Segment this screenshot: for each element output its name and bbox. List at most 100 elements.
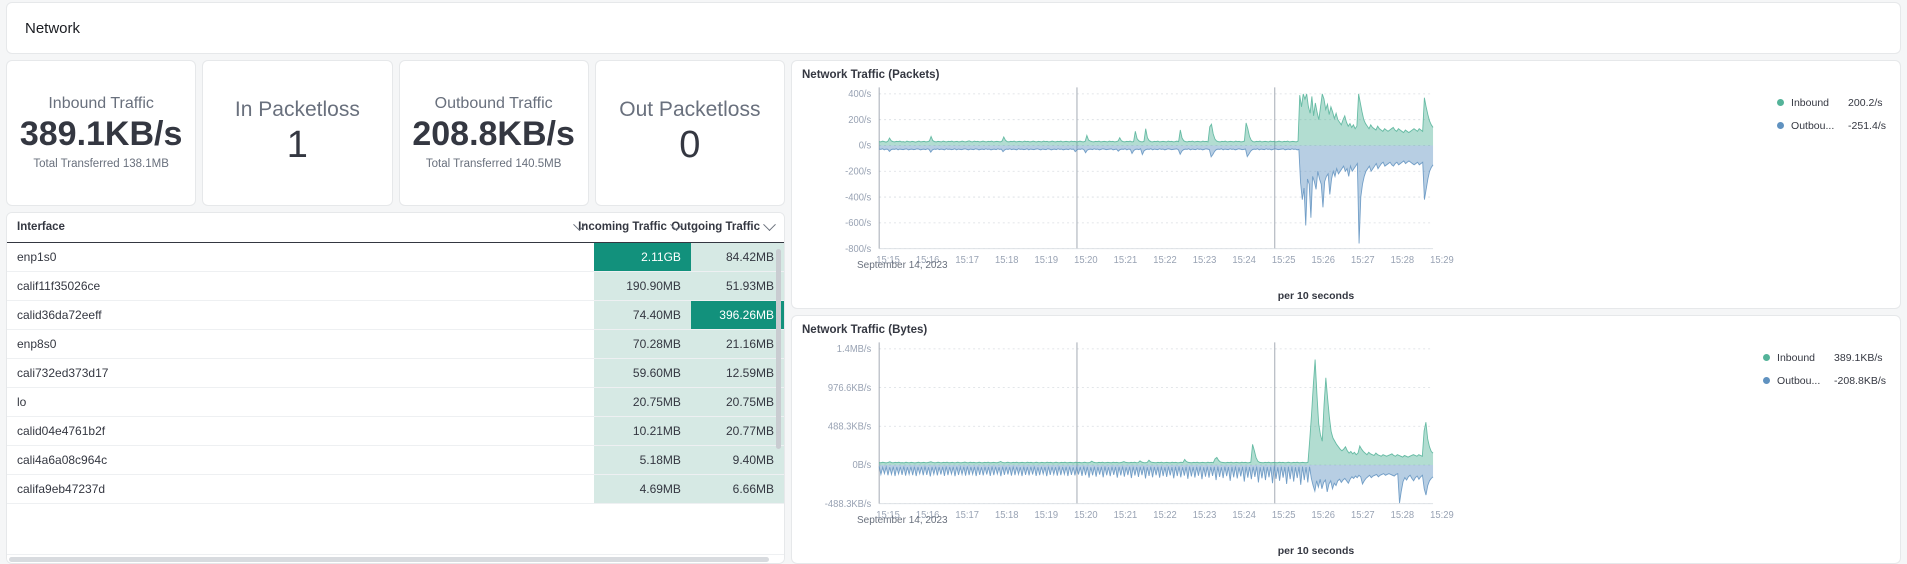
cell-incoming: 5.18MB [593,445,691,475]
stat-card-value: 389.1KB/s [19,115,183,154]
svg-text:15:19: 15:19 [1035,509,1059,521]
svg-text:-488.3KB/s: -488.3KB/s [825,498,871,510]
stat-card-label: Inbound Traffic [48,95,154,113]
stat-card-value: 0 [679,123,701,166]
svg-text:-400/s: -400/s [845,192,871,204]
legend-item[interactable]: Outbou... -208.8KB/s [1763,375,1886,387]
table-row[interactable]: enp8s0 70.28MB 21.16MB [7,329,784,359]
legend-series-value: -208.8KB/s [1834,374,1886,387]
chart-legend-bytes: Inbound 389.1KB/s Outbou... -208.8KB/s [1763,352,1886,387]
column-label-interface: Interface [17,221,65,233]
legend-series-value: -251.4/s [1848,119,1886,132]
cell-interface: cali732ed373d17 [7,358,594,388]
table-row[interactable]: lo 20.75MB 20.75MB [7,387,784,417]
chart-title-bytes: Network Traffic (Bytes) [802,324,928,336]
cell-interface: calid36da72eeff [7,300,594,330]
cell-incoming: 2.11GB [593,242,691,272]
table-row[interactable]: enp1s0 2.11GB 84.42MB [7,242,784,272]
stat-card-subtext: Total Transferred 140.5MB [425,157,562,170]
legend-series-name: Inbound [1791,96,1830,109]
cell-incoming: 59.60MB [593,358,691,388]
dashboard-root: Network Inbound Traffic 389.1KB/s Total Tr… [0,0,1907,564]
chart-canvas-bytes: 1.4MB/s 976.6KB/s 488.3KB/s 0B/s -488.3KB/s 1… [825,342,1454,521]
legend-color-dot-icon [1777,99,1785,107]
chart-body-bytes: 1.4MB/s 976.6KB/s 488.3KB/s 0B/s -488.3KB/s 1… [802,338,1890,545]
cell-outgoing: 12.59MB [690,358,784,388]
svg-text:15:27: 15:27 [1351,509,1374,521]
table-row[interactable]: calid36da72eeff 74.40MB 396.26MB [7,300,784,330]
svg-text:15:17: 15:17 [955,254,978,266]
horizontal-scrollbar[interactable] [7,554,784,563]
cell-outgoing: 51.93MB [690,271,784,301]
table-row[interactable]: califa9eb47237d 4.69MB 6.66MB [7,474,784,504]
column-header-outgoing[interactable]: Outgoing Traffic [671,213,784,243]
cell-outgoing: 20.75MB [690,387,784,417]
legend-item[interactable]: Inbound 389.1KB/s [1763,352,1886,364]
svg-text:15:25: 15:25 [1272,509,1296,521]
chart-legend-packets: Inbound 200.2/s Outbou... -251.4/s [1777,97,1886,132]
table-row[interactable]: cali4a6a08c964c 5.18MB 9.40MB [7,445,784,475]
svg-text:15:19: 15:19 [1035,254,1059,266]
legend-series-name: Outbou... [1777,374,1821,387]
svg-text:15:22: 15:22 [1153,509,1176,521]
column-header-interface[interactable]: Interface [7,213,594,243]
legend-series-name: Outbou... [1791,119,1835,132]
cell-interface: cali4a6a08c964c [7,445,594,475]
svg-text:488.3KB/s: 488.3KB/s [828,421,871,433]
stat-card-subtext: Total Transferred 138.1MB [33,157,169,170]
column-header-incoming[interactable]: Incoming Traffic [578,213,691,243]
horizontal-scrollbar-thumb[interactable] [9,557,769,562]
cell-interface: calid04e4761b2f [7,416,594,446]
cell-interface: enp1s0 [7,242,594,272]
stat-card: In Packetloss 1 [202,60,393,206]
svg-text:200/s: 200/s [848,115,871,127]
table-body: enp1s0 2.11GB 84.42MB calif11f35026ce 190.90… [7,242,784,504]
cell-incoming: 190.90MB [593,271,691,301]
vertical-scrollbar-thumb[interactable] [776,249,781,449]
cell-interface: enp8s0 [7,329,594,359]
column-label-incoming: Incoming Traffic [578,221,667,233]
svg-text:15:23: 15:23 [1193,509,1217,521]
svg-text:-200/s: -200/s [845,166,871,178]
page-header: Network [6,2,1901,54]
stat-card-label: Outbound Traffic [434,95,553,113]
svg-text:15:25: 15:25 [1272,254,1296,266]
chart-date-note-packets: September 14, 2023 [857,260,948,271]
svg-text:-800/s: -800/s [845,243,871,255]
stat-card: Out Packetloss 0 [594,60,785,206]
chart-xlabel-bytes: per 10 seconds [1277,545,1355,557]
chevron-down-icon [763,217,776,231]
right-column: Network Traffic (Packets) 400/s 200/s 0/s -… [791,60,1901,564]
svg-text:15:29: 15:29 [1430,509,1454,521]
chart-panel-packets: Network Traffic (Packets) 400/s 200/s 0/s -… [791,60,1901,309]
chart-date-note-bytes: September 14, 2023 [857,515,948,526]
svg-text:15:21: 15:21 [1114,254,1138,266]
legend-color-dot-icon [1777,122,1785,130]
legend-item[interactable]: Outbou... -251.4/s [1777,120,1886,132]
cell-interface: califa9eb47237d [7,474,594,504]
svg-text:15:23: 15:23 [1193,254,1217,266]
table-header-row: Interface Incoming Traffic Outgoing Traf… [7,213,784,243]
stat-cards-row: Inbound Traffic 389.1KB/s Total Transferre… [6,60,785,206]
svg-text:0/s: 0/s [859,140,872,152]
legend-item[interactable]: Inbound 200.2/s [1777,97,1886,109]
cell-outgoing: 9.40MB [690,445,784,475]
chart-canvas-packets: 400/s 200/s 0/s -200/s -400/s -600/s -800/s 15:… [845,87,1454,266]
chart-xlabel-packets: per 10 seconds [1277,290,1355,302]
table-row[interactable]: calid04e4761b2f 10.21MB 20.77MB [7,416,784,446]
table-row[interactable]: cali732ed373d17 59.60MB 12.59MB [7,358,784,388]
cell-incoming: 20.75MB [593,387,691,417]
legend-color-dot-icon [1763,354,1771,362]
legend-series-value: 200.2/s [1848,96,1883,109]
svg-text:15:21: 15:21 [1114,509,1138,521]
svg-text:15:20: 15:20 [1074,509,1098,521]
stat-card-value: 1 [286,123,308,166]
legend-color-dot-icon [1763,377,1771,385]
cell-outgoing: 6.66MB [690,474,784,504]
vertical-scrollbar[interactable] [776,243,781,549]
dashboard-body: Inbound Traffic 389.1KB/s Total Transferre… [0,54,1907,564]
table-row[interactable]: calif11f35026ce 190.90MB 51.93MB [7,271,784,301]
svg-text:400/s: 400/s [848,89,871,101]
page-title: Network [25,19,81,37]
stat-card: Inbound Traffic 389.1KB/s Total Transferre… [6,60,197,206]
